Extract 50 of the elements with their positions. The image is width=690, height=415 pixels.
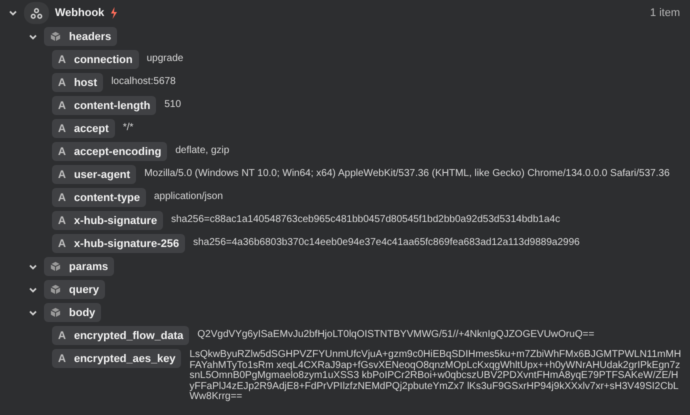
type-label: A (58, 122, 66, 134)
field-key[interactable]: A content-type (52, 188, 146, 207)
type-label: A (58, 100, 66, 112)
field-key[interactable]: A accept (52, 119, 115, 138)
field-key[interactable]: A encrypted_flow_data (52, 326, 190, 345)
cube-icon (50, 31, 61, 42)
field-value: 510 (164, 100, 182, 110)
field-key[interactable]: A encrypted_aes_key (52, 349, 182, 368)
node-title: Webhook (55, 7, 104, 19)
field-key[interactable]: params (44, 257, 114, 276)
field-value: upgrade (146, 54, 184, 64)
field-value: LsQkwByuRZlw5dSGHPVZFYUnmUfcVjuA+gzm9c0HiEBqSDIHmes5ku+m7ZbiWhFMx6BJGMTPWLN11mMHFAYahMTyTo1sRm xeqL4CXRaJ9ap+fGsvXENeoqO8qnzMOpLcKxqgWhltUpx++h0yWNrAHUdak2grIPkEgn7zsnL5OmnB0PgMgmaelo8zym1uXSS3 kbPoIPCr2RBoi+w0qbcszUBV2PDXvntFHmA8yqE79PTFSAKeW/ZE/HyFFaPlJ4zEJp2R9AdjE8+FdPrVPIlzfzNEMdPQj2pbuteYmZx7 lKs3uF9GSxrHP94j9kXXxlv7xr+sH3V49SI2CbLWw8Krrg== (189, 350, 682, 402)
type-label: A (58, 330, 66, 342)
field-value: Mozilla/5.0 (Windows NT 10.0; Win64; x64) AppleWebKit/537.36 (KHTML, like Gecko) Chrome/134.0.0.0 Safari/537.36 (144, 169, 671, 180)
item-count: 1 item (650, 7, 681, 19)
type-label: A (58, 54, 66, 66)
field-key[interactable]: query (44, 280, 105, 299)
chevron-icon[interactable] (8, 8, 18, 18)
chevron-icon[interactable] (28, 285, 38, 295)
field-value: Q2VgdVYg6yISaEMvJu2bfHjoLT0lqOISTNTBYVMWG/51//+4NknIgQJZOGEVUwOruQ== (197, 330, 596, 340)
chevron-icon[interactable] (28, 32, 38, 42)
field-value: sha256=4a36b6803b370c14eeb0e94e37e4c41aa65fc869fea683ad12a113d9889a2996 (193, 238, 581, 248)
lightning-icon (110, 7, 118, 19)
field-value: localhost:5678 (111, 77, 177, 88)
cube-icon (50, 284, 61, 295)
field-key[interactable]: A user-agent (52, 165, 136, 184)
chevron-icon[interactable] (28, 262, 38, 272)
field-value: sha256=c88ac1a140548763ceb965c481bb0457d80545f1bd2bb0a92d53d5314bdb1a4c (171, 215, 562, 226)
cube-icon (50, 261, 61, 272)
type-label: A (58, 214, 66, 226)
type-label: A (58, 192, 66, 204)
type-label: A (58, 146, 66, 158)
field-key[interactable]: A x-hub-signature (52, 211, 164, 230)
field-key[interactable]: A host (52, 73, 104, 92)
field-key[interactable]: A x-hub-signature-256 (52, 234, 186, 253)
field-key[interactable]: headers (44, 27, 118, 46)
cube-icon (50, 307, 61, 318)
field-key[interactable]: body (44, 303, 102, 322)
field-value: deflate, gzip (175, 146, 230, 156)
field-key[interactable]: A content-length (52, 96, 156, 115)
field-key[interactable]: A accept-encoding (52, 142, 168, 161)
type-label: A (58, 168, 66, 180)
type-label: A (58, 238, 66, 250)
field-value: */* (122, 123, 134, 134)
field-value: application/json (154, 192, 224, 202)
type-label: A (58, 352, 66, 364)
type-label: A (58, 76, 66, 88)
field-key[interactable]: A connection (52, 50, 139, 69)
chevron-icon[interactable] (28, 308, 38, 318)
webhook-icon (30, 6, 43, 20)
